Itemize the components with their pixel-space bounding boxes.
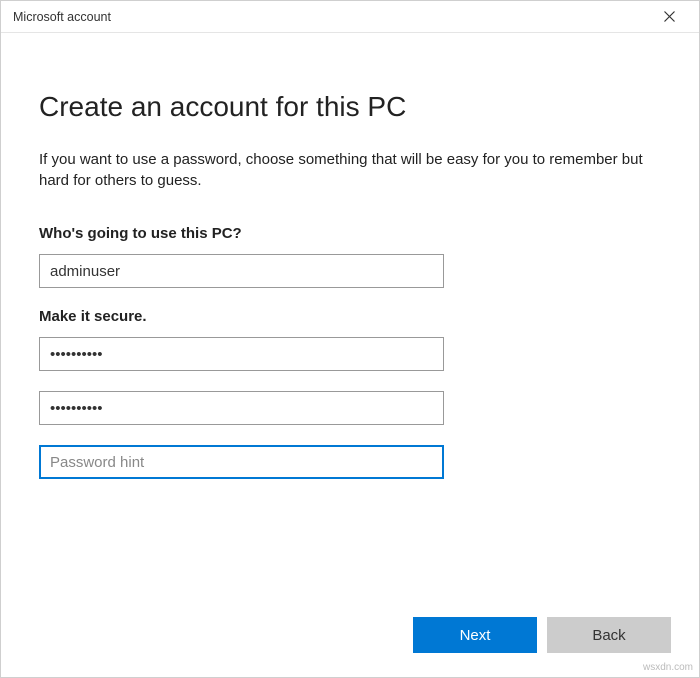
dialog-window: Microsoft account Create an account for …	[0, 0, 700, 678]
page-heading: Create an account for this PC	[39, 91, 661, 123]
back-button[interactable]: Back	[547, 617, 671, 653]
next-button[interactable]: Next	[413, 617, 537, 653]
password-confirm-input[interactable]	[39, 391, 444, 425]
button-row: Next Back	[413, 617, 671, 653]
username-input[interactable]	[39, 254, 444, 288]
username-section-label: Who's going to use this PC?	[39, 225, 661, 242]
content-area: Create an account for this PC If you wan…	[1, 33, 699, 677]
password-input[interactable]	[39, 337, 444, 371]
window-title: Microsoft account	[13, 10, 111, 24]
titlebar: Microsoft account	[1, 1, 699, 33]
password-hint-input[interactable]	[39, 445, 444, 479]
close-icon	[664, 9, 675, 25]
close-button[interactable]	[649, 1, 689, 33]
intro-text: If you want to use a password, choose so…	[39, 149, 659, 191]
secure-section-label: Make it secure.	[39, 308, 661, 325]
